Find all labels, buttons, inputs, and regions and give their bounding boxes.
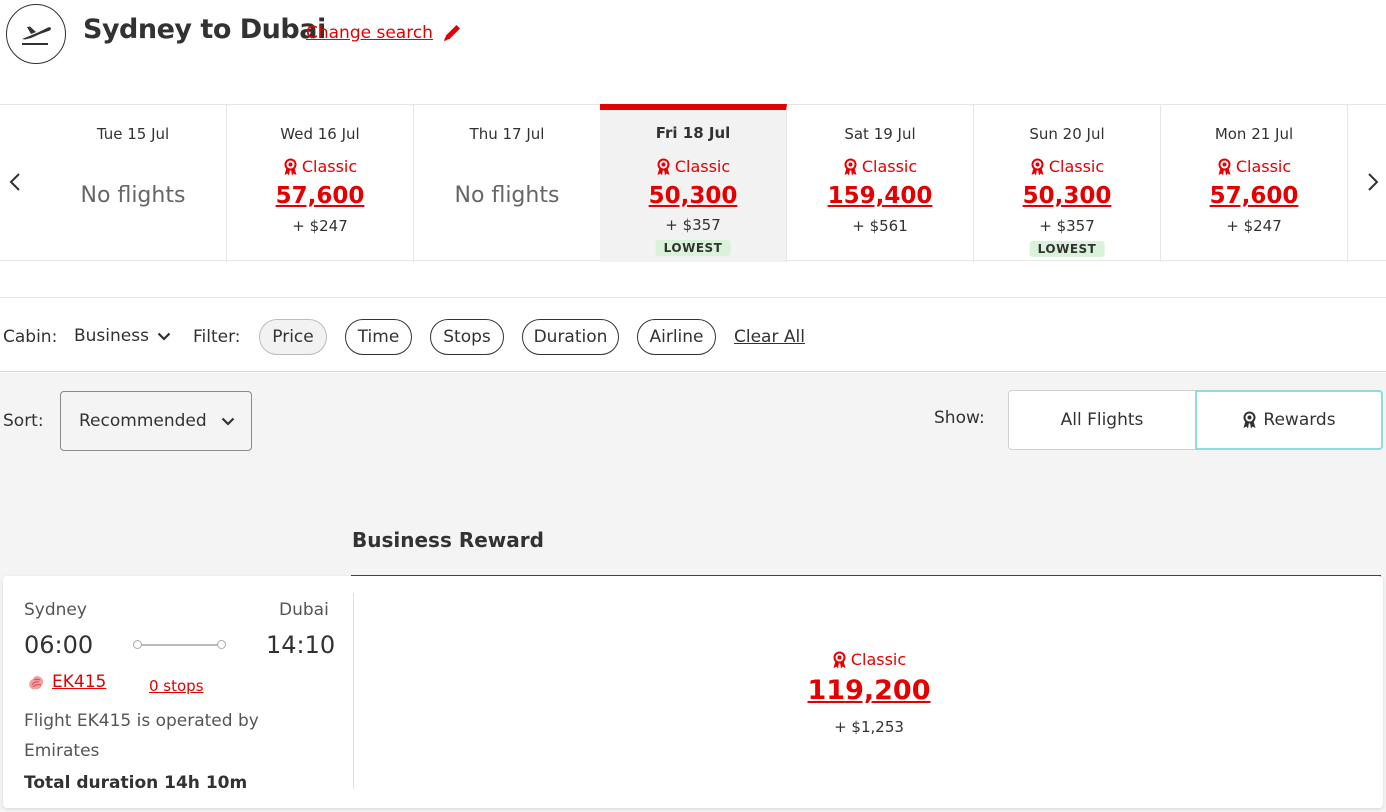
award-ribbon-icon	[1218, 158, 1231, 175]
chevron-right-icon	[1368, 173, 1379, 191]
operated-by-text: Flight EK415 is operated by Emirates	[24, 711, 259, 761]
classic-label: Classic	[227, 157, 413, 176]
sort-value: Recommended	[79, 411, 207, 431]
rewards-label: Rewards	[1263, 410, 1336, 430]
classic-text: Classic	[1048, 157, 1105, 176]
points-price[interactable]: 57,600	[1161, 183, 1347, 209]
date-tab-tue-15-jul[interactable]: Tue 15 Jul No flights	[40, 105, 227, 262]
date-label: Sat 19 Jul	[844, 125, 916, 143]
date-tab-sun-20-jul[interactable]: Sun 20 Jul Classic 50,300 + $357 LOWEST	[974, 105, 1161, 262]
points-price[interactable]: 50,300	[600, 183, 786, 209]
classic-text: Classic	[301, 157, 358, 176]
sort-label: Sort:	[3, 411, 44, 431]
award-ribbon-icon	[833, 651, 846, 668]
pencil-icon[interactable]	[441, 22, 463, 48]
change-search-link[interactable]: Change search	[306, 23, 433, 43]
clear-all-link[interactable]: Clear All	[734, 327, 805, 347]
chevron-down-icon	[221, 417, 234, 426]
next-dates-button[interactable]	[1360, 167, 1386, 197]
previous-dates-button[interactable]	[2, 167, 28, 197]
rewards-toggle[interactable]: Rewards	[1195, 390, 1383, 450]
points-price[interactable]: 57,600	[227, 183, 413, 209]
classic-label: Classic	[600, 157, 786, 176]
destination-city: Dubai	[279, 600, 329, 620]
plane-takeoff-icon	[6, 4, 66, 64]
date-label: Mon 21 Jul	[1214, 125, 1294, 143]
tax-amount: + $357	[665, 216, 721, 234]
lowest-badge: LOWEST	[655, 240, 731, 256]
award-ribbon-icon	[1243, 411, 1256, 429]
classic-label: Classic	[974, 157, 1160, 176]
filter-pill-stops[interactable]: Stops	[430, 319, 504, 355]
flight-number-link[interactable]: EK415	[52, 672, 106, 692]
date-carousel: Tue 15 Jul No flights Wed 16 Jul Classic…	[0, 104, 1386, 262]
stops-link[interactable]: 0 stops	[149, 677, 204, 695]
date-label: Fri 18 Jul	[655, 124, 731, 142]
date-tab-thu-17-jul[interactable]: Thu 17 Jul No flights	[414, 105, 601, 262]
classic-label: Classic	[787, 157, 973, 176]
date-label: Tue 15 Jul	[96, 125, 170, 143]
classic-text: Classic	[850, 650, 907, 669]
all-flights-toggle[interactable]: All Flights	[1008, 390, 1196, 450]
date-label: Thu 17 Jul	[469, 125, 545, 143]
departure-time: 06:00	[24, 631, 94, 659]
points-price[interactable]: 159,400	[787, 183, 973, 209]
route-line	[133, 644, 225, 646]
cabin-label: Cabin:	[3, 327, 58, 347]
results-panel: Sort: Recommended Show: All Flights Rewa…	[0, 373, 1386, 812]
date-tab-sat-19-jul[interactable]: Sat 19 Jul Classic 159,400 + $561	[787, 105, 974, 262]
no-flights-text: No flights	[454, 183, 560, 208]
date-tab-mon-21-jul[interactable]: Mon 21 Jul Classic 57,600 + $247	[1161, 105, 1348, 262]
cabin-value: Business	[74, 326, 149, 346]
filter-label: Filter:	[193, 327, 241, 347]
fare-tax-amount: + $1,253	[834, 718, 904, 736]
show-label: Show:	[934, 408, 985, 428]
header: Sydney to Dubai Change search	[0, 0, 1386, 70]
flight-info: Sydney Dubai 06:00 14:10 EK415 0 stops F…	[3, 576, 355, 808]
arrival-time: 14:10	[266, 631, 336, 659]
classic-label: Classic	[1161, 157, 1347, 176]
date-label: Sun 20 Jul	[1029, 125, 1105, 143]
page-title: Sydney to Dubai	[83, 14, 326, 45]
points-price[interactable]: 50,300	[974, 183, 1160, 209]
filter-pill-airline[interactable]: Airline	[637, 319, 716, 355]
award-ribbon-icon	[657, 158, 670, 175]
flight-card: Sydney Dubai 06:00 14:10 EK415 0 stops F…	[3, 576, 1383, 808]
origin-city: Sydney	[24, 600, 87, 620]
cabin-column-header: Business Reward	[352, 528, 544, 552]
date-tab-wed-16-jul[interactable]: Wed 16 Jul Classic 57,600 + $247	[227, 105, 414, 262]
route-start-dot	[133, 640, 142, 649]
tax-amount: + $247	[1226, 217, 1282, 235]
filter-pill-time[interactable]: Time	[345, 319, 412, 355]
filter-bar: Cabin: Business Filter: Price Time Stops…	[0, 297, 1386, 372]
tax-amount: + $247	[292, 217, 348, 235]
award-ribbon-icon	[1031, 158, 1044, 175]
classic-label: Classic	[355, 650, 1383, 669]
date-tab-fri-18-jul[interactable]: Fri 18 Jul Classic 50,300 + $357 LOWEST	[600, 104, 787, 262]
cabin-dropdown[interactable]: Business	[74, 326, 171, 346]
filter-pill-price[interactable]: Price	[259, 319, 327, 355]
chevron-down-icon	[157, 332, 171, 341]
chevron-left-icon	[9, 173, 20, 191]
filter-pill-duration[interactable]: Duration	[522, 319, 619, 355]
date-label: Wed 16 Jul	[280, 125, 360, 143]
emirates-logo-icon	[26, 673, 46, 697]
fare-points-price[interactable]: 119,200	[355, 675, 1383, 706]
tax-amount: + $561	[852, 217, 908, 235]
business-reward-fare[interactable]: Classic 119,200 + $1,253	[355, 576, 1383, 808]
sort-dropdown[interactable]: Recommended	[60, 391, 252, 451]
award-ribbon-icon	[844, 158, 857, 175]
divider	[353, 593, 354, 789]
classic-text: Classic	[674, 157, 731, 176]
classic-text: Classic	[861, 157, 918, 176]
award-ribbon-icon	[284, 158, 297, 175]
tax-amount: + $357	[1039, 217, 1095, 235]
classic-text: Classic	[1235, 157, 1292, 176]
lowest-badge: LOWEST	[1029, 241, 1105, 257]
no-flights-text: No flights	[80, 183, 186, 208]
total-duration: Total duration 14h 10m	[24, 773, 248, 793]
route-end-dot	[217, 640, 226, 649]
